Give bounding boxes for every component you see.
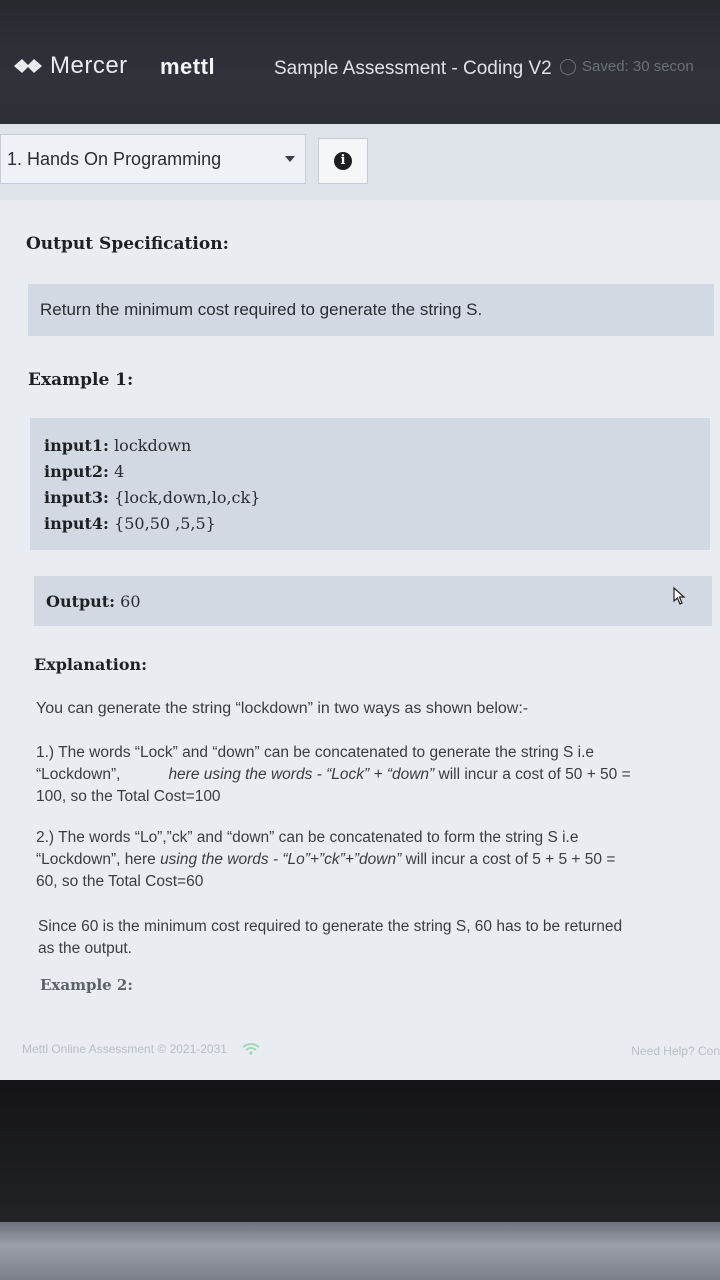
- input4-value: {50,50 ,5,5}: [114, 514, 216, 533]
- input4-line: input4: {50,50 ,5,5}: [44, 514, 216, 533]
- explanation-way1: 1.) The words “Lock” and “down” can be c…: [36, 742, 712, 808]
- explanation-way2: 2.) The words “Lo”,”ck” and “down” can b…: [36, 827, 712, 893]
- way1-line2: “Lockdown”, here using the words - “Lock”…: [36, 764, 712, 786]
- footer-copyright: Mettl Online Assessment © 2021-2031: [22, 1042, 261, 1056]
- laptop-base: [0, 1222, 720, 1280]
- chevron-down-icon: [285, 156, 295, 162]
- input3-value: {lock,down,lo,ck}: [114, 488, 261, 507]
- way2-line2b: using the words - “Lo”+”ck”+”down”: [160, 851, 402, 868]
- need-help-link[interactable]: Need Help? Con: [631, 1044, 720, 1058]
- example1-heading: Example 1:: [28, 370, 134, 390]
- mouse-cursor-icon: [673, 586, 686, 605]
- clock-icon: [560, 58, 576, 75]
- output-spec-text: Return the minimum cost required to gene…: [40, 300, 483, 319]
- output-label: Output:: [46, 592, 116, 611]
- saved-status-text: Saved: 30 secon: [582, 58, 694, 75]
- mercer-logo: Mercer: [12, 52, 128, 80]
- explanation-heading: Explanation:: [34, 655, 148, 674]
- explanation-intro: You can generate the string “lockdown” i…: [36, 700, 529, 717]
- explanation-conclusion: Since 60 is the minimum cost required to…: [38, 916, 712, 960]
- way2-line3: 60, so the Total Cost=60: [36, 873, 204, 890]
- way2-line1: 2.) The words “Lo”,”ck” and “down” can b…: [36, 829, 579, 846]
- section-select[interactable]: 1. Hands On Programming: [0, 134, 306, 184]
- way1-line1: 1.) The words “Lock” and “down” can be c…: [36, 744, 595, 761]
- conclusion-line2: as the output.: [38, 940, 132, 957]
- input2-line: input2: 4: [44, 462, 124, 481]
- input2-label: input2:: [44, 462, 109, 481]
- output-line: Output: 60: [46, 592, 141, 611]
- copyright-text: Mettl Online Assessment © 2021-2031: [22, 1042, 227, 1056]
- info-button[interactable]: i: [318, 138, 368, 184]
- wifi-icon: [242, 1043, 260, 1055]
- way2-line2c: will incur a cost of 5 + 5 + 50 =: [401, 851, 616, 868]
- mettl-logo: mettl: [160, 54, 216, 79]
- input1-label: input1:: [44, 436, 109, 455]
- way2-line2: “Lockdown”, here using the words - “Lo”+…: [36, 849, 712, 871]
- saved-status: Saved: 30 secon: [560, 58, 694, 75]
- input2-value: 4: [114, 462, 125, 481]
- example2-heading: Example 2:: [40, 976, 133, 994]
- output-value: 60: [120, 592, 141, 611]
- top-header: Mercer mettl Sample Assessment - Coding …: [0, 0, 720, 128]
- input4-label: input4:: [44, 514, 109, 533]
- way1-line2c: will incur a cost of 50 + 50 =: [434, 766, 631, 783]
- way1-line3: 100, so the Total Cost=100: [36, 788, 221, 805]
- input3-label: input3:: [44, 488, 109, 507]
- brand-name: Mercer: [50, 52, 128, 79]
- mercer-logo-icon: [14, 59, 42, 73]
- input1-line: input1: lockdown: [44, 436, 191, 455]
- section-select-value: 1. Hands On Programming: [7, 148, 222, 169]
- way1-line2b: here using the words - “Lock” + “down”: [168, 766, 435, 783]
- conclusion-line1: Since 60 is the minimum cost required to…: [38, 918, 623, 935]
- info-icon: i: [334, 152, 352, 170]
- output-spec-heading: Output Specification:: [26, 234, 229, 254]
- input3-line: input3: {lock,down,lo,ck}: [44, 488, 260, 507]
- input1-value: lockdown: [114, 436, 192, 455]
- question-panel: Output Specification: Return the minimum…: [0, 200, 720, 1080]
- way1-line2a: “Lockdown”,: [36, 766, 121, 783]
- way2-line2a: “Lockdown”, here: [36, 851, 161, 868]
- assessment-title: Sample Assessment - Coding V2: [274, 58, 552, 79]
